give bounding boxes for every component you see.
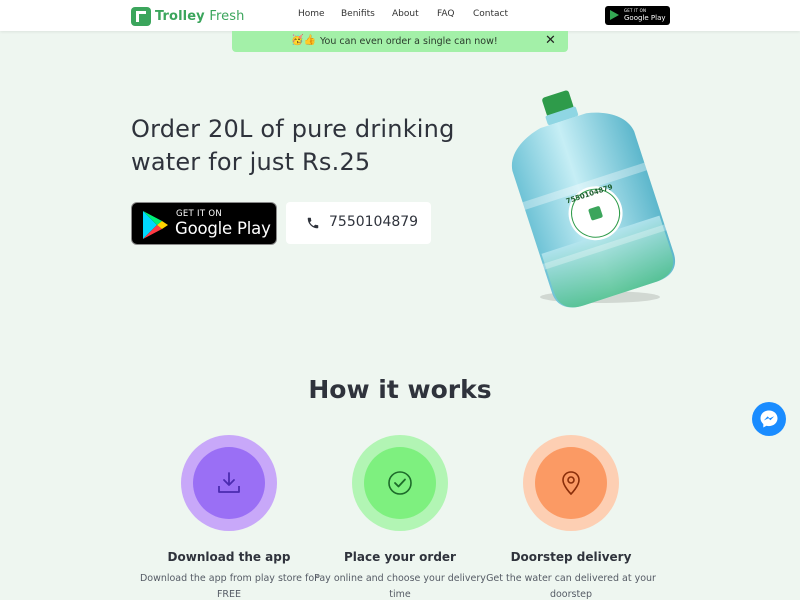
banner-text: You can even order a single can now!	[320, 36, 498, 47]
nav-faq[interactable]: FAQ	[437, 9, 454, 19]
header-google-play-badge[interactable]: GET IT ON Google Play	[605, 6, 670, 25]
step-desc-order: Pay online and choose your delivery time	[314, 573, 486, 600]
site-header: Trolley Fresh Home Benifits About FAQ Co…	[0, 0, 800, 31]
google-play-button[interactable]: GET IT ON Google Play	[131, 202, 277, 245]
location-pin-icon	[562, 471, 580, 496]
phone-number: 7550104879	[329, 214, 419, 230]
play-small-text: GET IT ON	[176, 209, 223, 219]
step-title-order: Place your order	[344, 550, 456, 564]
call-button[interactable]: 7550104879	[286, 202, 431, 244]
messenger-chat-button[interactable]	[752, 402, 786, 436]
logo-text: Trolley Fresh	[155, 8, 245, 24]
header-play-big-text: Google Play	[624, 14, 666, 22]
step-title-delivery: Doorstep delivery	[510, 550, 632, 564]
step-desc-download: Download the app from play store for FRE…	[139, 573, 319, 600]
step-order-icon-circle	[352, 435, 448, 531]
download-icon	[218, 472, 240, 493]
hero-headline-line2: water for just Rs.25	[131, 148, 371, 176]
check-circle-icon	[388, 471, 412, 495]
step-desc-delivery: Get the water can delivered at your door…	[486, 573, 656, 600]
phone-icon	[307, 217, 319, 229]
nav-about[interactable]: About	[392, 9, 419, 19]
hero-headline-line1: Order 20L of pure drinking	[131, 115, 455, 143]
nav-contact[interactable]: Contact	[473, 9, 508, 19]
messenger-icon	[760, 410, 778, 428]
google-play-icon	[610, 10, 619, 20]
step-title-download: Download the app	[167, 550, 291, 564]
step-download-icon-circle	[181, 435, 277, 531]
nav-home[interactable]: Home	[298, 9, 325, 19]
party-emoji-icon: 🥳👍	[291, 35, 316, 46]
banner-close-button[interactable]: ✕	[545, 33, 556, 48]
nav-benefits[interactable]: Benifits	[341, 9, 375, 19]
logo[interactable]: Trolley Fresh	[131, 6, 244, 26]
play-big-text: Google Play	[175, 219, 271, 238]
how-it-works-title: How it works	[308, 375, 492, 404]
header-play-small-text: GET IT ON	[624, 8, 647, 13]
water-bottle-image: 7550104879	[511, 90, 676, 308]
google-play-icon	[143, 211, 168, 239]
logo-icon	[131, 6, 151, 26]
step-delivery-icon-circle	[523, 435, 619, 531]
